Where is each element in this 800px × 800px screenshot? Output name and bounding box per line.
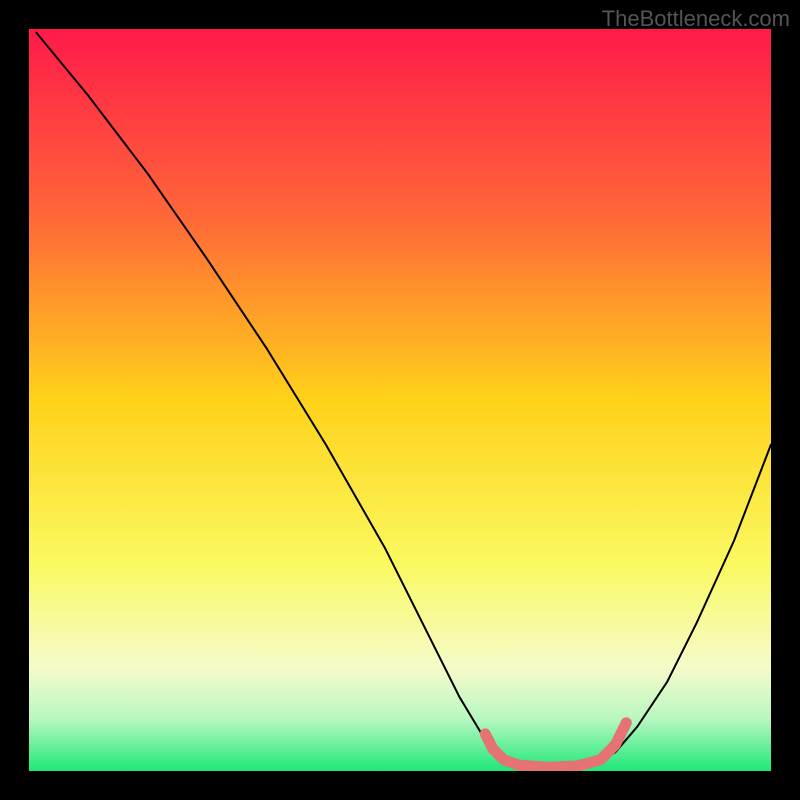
bottleneck-chart (29, 29, 771, 771)
chart-container (29, 29, 771, 771)
chart-background (29, 29, 771, 771)
watermark-text: TheBottleneck.com (602, 6, 790, 32)
